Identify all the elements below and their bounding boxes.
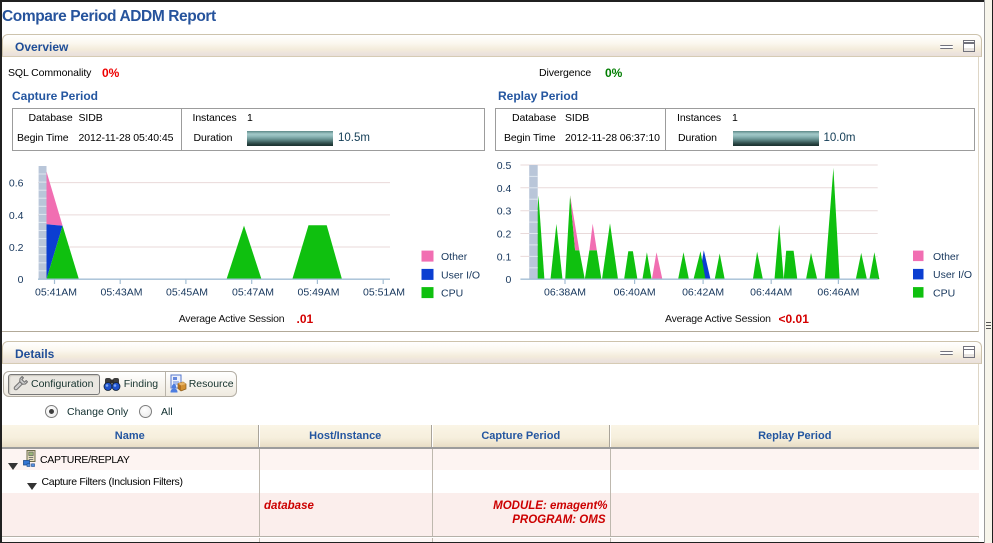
svg-text:0.2: 0.2 [9,242,24,254]
svg-text:05:43AM: 05:43AM [100,287,142,299]
svg-text:06:38AM: 06:38AM [544,287,586,299]
svg-text:05:45AM: 05:45AM [166,287,208,299]
svg-text:Other: Other [933,251,960,263]
svg-text:0.5: 0.5 [497,160,512,172]
svg-text:05:41AM: 05:41AM [35,287,77,299]
svg-text:0.6: 0.6 [9,178,24,190]
svg-text:0.2: 0.2 [497,229,512,241]
svg-text:CPU: CPU [441,288,463,300]
svg-text:05:51AM: 05:51AM [363,287,405,299]
svg-text:Other: Other [441,251,468,263]
svg-text:User I/O: User I/O [441,269,480,281]
svg-text:0.4: 0.4 [9,210,24,222]
svg-text:05:47AM: 05:47AM [232,287,274,299]
svg-text:0.4: 0.4 [497,183,512,195]
svg-text:0: 0 [505,274,511,286]
svg-text:CPU: CPU [933,287,955,299]
svg-text:06:40AM: 06:40AM [614,287,656,299]
svg-text:05:49AM: 05:49AM [297,287,339,299]
svg-text:User I/O: User I/O [933,269,972,281]
svg-text:06:44AM: 06:44AM [750,287,792,299]
svg-text:0.1: 0.1 [497,251,512,263]
svg-text:0.3: 0.3 [497,206,512,218]
svg-text:0: 0 [18,274,24,286]
svg-text:06:46AM: 06:46AM [817,287,859,299]
svg-text:06:42AM: 06:42AM [682,287,724,299]
